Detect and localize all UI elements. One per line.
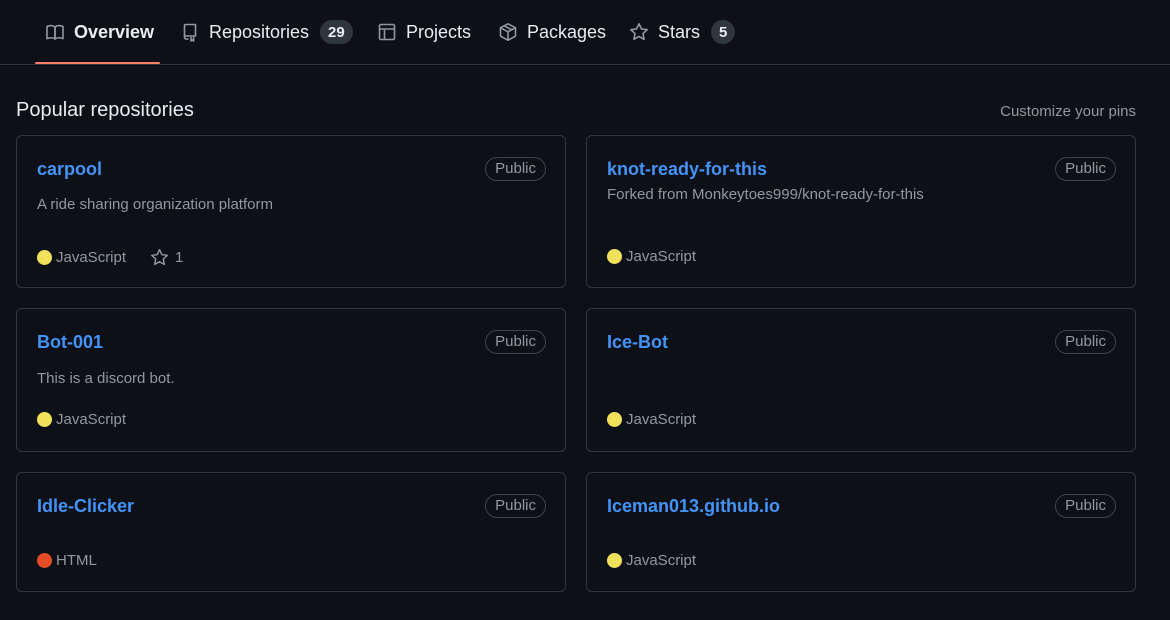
- language-color-dot: [607, 553, 622, 568]
- tab-stars-label: Stars: [658, 21, 701, 42]
- visibility-badge: Public: [485, 494, 546, 518]
- section-title: Popular repositories: [16, 99, 194, 121]
- tab-stars[interactable]: Stars 5: [619, 0, 745, 64]
- language-color-dot: [37, 412, 52, 427]
- repo-card: Bot-001 Public This is a discord bot. Ja…: [16, 308, 566, 452]
- repo-name-link[interactable]: Idle-Clicker: [37, 496, 134, 517]
- language-color-dot: [607, 412, 622, 427]
- visibility-badge: Public: [1055, 494, 1116, 518]
- table-icon: [377, 22, 397, 42]
- tab-projects-label: Projects: [406, 21, 472, 42]
- repo-name-link[interactable]: Bot-001: [37, 332, 103, 353]
- stars-count: 5: [711, 20, 736, 44]
- repo-language: HTML: [56, 552, 97, 569]
- profile-tab-bar: Overview Repositories 29 Projects Packag…: [0, 0, 1170, 65]
- tab-packages[interactable]: Packages: [488, 0, 616, 64]
- repo-card: Ice-Bot Public JavaScript: [586, 308, 1136, 452]
- tab-projects[interactable]: Projects: [367, 0, 481, 64]
- repo-name-link[interactable]: Iceman013.github.io: [607, 496, 780, 517]
- repo-language: JavaScript: [626, 248, 697, 265]
- repo-language: JavaScript: [56, 249, 127, 266]
- language-color-dot: [607, 249, 622, 264]
- visibility-badge: Public: [1055, 330, 1116, 354]
- repo-name-link[interactable]: carpool: [37, 159, 102, 180]
- tab-overview-label: Overview: [74, 21, 155, 42]
- repo-meta: HTML: [37, 552, 97, 569]
- star-count: 1: [175, 249, 184, 266]
- package-icon: [498, 22, 518, 42]
- repo-meta: JavaScript: [607, 552, 696, 569]
- repo-meta: JavaScript 1: [37, 248, 183, 267]
- repo-icon: [180, 22, 200, 42]
- tab-repositories[interactable]: Repositories 29: [170, 0, 363, 64]
- visibility-badge: Public: [485, 157, 546, 181]
- repo-description: This is a discord bot.: [37, 370, 175, 387]
- language-color-dot: [37, 250, 52, 265]
- visibility-badge: Public: [485, 330, 546, 354]
- repo-name-link[interactable]: knot-ready-for-this: [607, 159, 767, 180]
- customize-pins-link[interactable]: Customize your pins: [1000, 103, 1136, 120]
- forked-from-text[interactable]: Forked from Monkeytoes999/knot-ready-for…: [607, 186, 924, 203]
- repo-language: JavaScript: [626, 552, 697, 569]
- repo-meta: JavaScript: [607, 248, 696, 265]
- star-icon: [629, 22, 649, 42]
- repo-card: knot-ready-for-this Public Forked from M…: [586, 135, 1136, 288]
- repo-card: carpool Public A ride sharing organizati…: [16, 135, 566, 288]
- repo-card: Iceman013.github.io Public JavaScript: [586, 472, 1136, 592]
- repo-language: JavaScript: [626, 411, 697, 428]
- book-icon: [45, 22, 65, 42]
- language-color-dot: [37, 553, 52, 568]
- star-icon: [151, 248, 169, 266]
- repo-meta: JavaScript: [607, 411, 696, 428]
- repo-name-link[interactable]: Ice-Bot: [607, 332, 668, 353]
- tab-packages-label: Packages: [527, 21, 607, 42]
- tab-overview[interactable]: Overview: [35, 0, 160, 64]
- visibility-badge: Public: [1055, 157, 1116, 181]
- tab-repositories-label: Repositories: [209, 21, 310, 42]
- repo-card: Idle-Clicker Public HTML: [16, 472, 566, 592]
- stargazers-link[interactable]: 1: [150, 248, 183, 267]
- repositories-count: 29: [320, 20, 353, 44]
- repo-description: A ride sharing organization platform: [37, 196, 273, 213]
- repo-language: JavaScript: [56, 411, 127, 428]
- repo-meta: JavaScript: [37, 411, 126, 428]
